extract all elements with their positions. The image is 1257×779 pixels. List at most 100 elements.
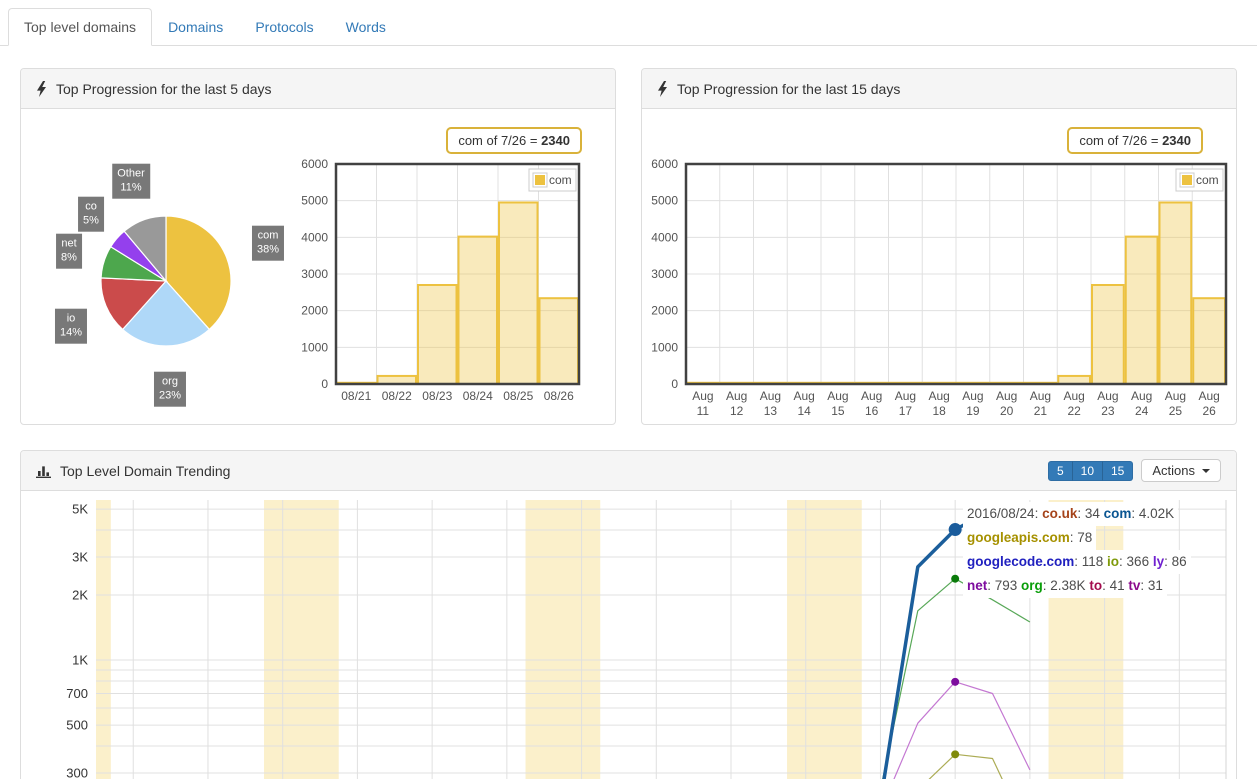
panel-title: Top Progression for the last 15 days <box>677 81 900 97</box>
range-button-15[interactable]: 15 <box>1102 461 1133 481</box>
bar-08-24[interactable] <box>459 237 498 384</box>
trend-tooltip-line: net: 793 org: 2.38K to: 41 tv: 31 <box>963 574 1167 598</box>
svg-text:2000: 2000 <box>651 304 678 318</box>
pie-label-other: Other11% <box>112 164 150 199</box>
svg-text:3000: 3000 <box>651 267 678 281</box>
svg-text:Aug: Aug <box>1063 389 1084 403</box>
panel-tld-trending: Top Level Domain Trending 51015 Actions … <box>20 450 1237 779</box>
pie-label-co: co5% <box>78 197 104 232</box>
svg-text:15: 15 <box>831 404 845 418</box>
bolt-icon <box>657 81 668 97</box>
pie-label-org: org23% <box>154 372 186 407</box>
trend-tooltip-line: 2016/08/24: co.uk: 34 com: 4.02K <box>963 502 1178 526</box>
weekend-band <box>526 500 601 779</box>
svg-text:2K: 2K <box>72 588 88 603</box>
svg-text:Aug: Aug <box>692 389 713 403</box>
svg-text:13: 13 <box>764 404 778 418</box>
svg-text:12: 12 <box>730 404 744 418</box>
svg-text:08/26: 08/26 <box>544 389 574 403</box>
svg-text:Aug: Aug <box>1198 389 1219 403</box>
svg-text:Aug: Aug <box>1131 389 1152 403</box>
svg-text:0: 0 <box>321 377 328 391</box>
bar-aug-25[interactable] <box>1160 203 1192 385</box>
svg-text:11: 11 <box>697 404 710 418</box>
panel-top-progression-15-days: Top Progression for the last 15 days com… <box>641 68 1237 425</box>
svg-text:Aug: Aug <box>962 389 983 403</box>
pie-label-io: io14% <box>55 309 87 344</box>
svg-text:700: 700 <box>66 686 88 701</box>
svg-text:19: 19 <box>966 404 980 418</box>
svg-text:24: 24 <box>1135 404 1149 418</box>
trend-line-io[interactable] <box>918 754 1030 779</box>
svg-text:1000: 1000 <box>301 340 328 354</box>
range-button-10[interactable]: 10 <box>1072 461 1103 481</box>
svg-text:Aug: Aug <box>760 389 781 403</box>
weekend-band <box>96 500 111 779</box>
weekend-band <box>264 500 339 779</box>
svg-text:Aug: Aug <box>1030 389 1051 403</box>
svg-text:08/23: 08/23 <box>422 389 452 403</box>
range-button-5[interactable]: 5 <box>1048 461 1073 481</box>
bolt-icon <box>36 81 47 97</box>
svg-text:23: 23 <box>1101 404 1115 418</box>
bar-08-23[interactable] <box>418 285 457 384</box>
svg-text:Aug: Aug <box>928 389 949 403</box>
svg-text:Aug: Aug <box>861 389 882 403</box>
panel-heading-15-days: Top Progression for the last 15 days <box>642 69 1236 109</box>
hover-point-io <box>951 750 959 758</box>
trend-tooltip-line: googlecode.com: 118 io: 366 ly: 86 <box>963 550 1191 574</box>
bar-aug-26[interactable] <box>1193 298 1225 384</box>
svg-text:5000: 5000 <box>651 194 678 208</box>
svg-text:1000: 1000 <box>651 340 678 354</box>
five-day-bar-chart[interactable]: 010002000300040005000600008/2108/2208/23… <box>281 154 611 422</box>
tab-domains[interactable]: Domains <box>152 8 239 46</box>
tab-bar: Top level domainsDomainsProtocolsWords <box>0 0 1257 46</box>
fifteen-day-bar-chart[interactable]: 0100020003000400050006000Aug11Aug12Aug13… <box>642 154 1238 422</box>
svg-text:500: 500 <box>66 718 88 733</box>
svg-text:14: 14 <box>797 404 811 418</box>
bar-08-26[interactable] <box>540 298 579 384</box>
svg-text:20: 20 <box>1000 404 1014 418</box>
svg-text:Aug: Aug <box>996 389 1017 403</box>
flot-hover-tooltip: com of 7/26 = 2340 <box>1067 127 1203 154</box>
bar-aug-23[interactable] <box>1092 285 1124 384</box>
bar-08-25[interactable] <box>499 203 538 385</box>
panel-title: Top Progression for the last 5 days <box>56 81 272 97</box>
svg-text:5000: 5000 <box>301 194 328 208</box>
tab-top-level-domains[interactable]: Top level domains <box>8 8 152 46</box>
svg-text:16: 16 <box>865 404 879 418</box>
legend-label: com <box>549 173 572 187</box>
legend-swatch-com <box>535 175 545 185</box>
svg-text:Aug: Aug <box>793 389 814 403</box>
svg-text:21: 21 <box>1034 404 1048 418</box>
pie-label-com: com38% <box>252 226 284 261</box>
svg-text:300: 300 <box>66 766 88 779</box>
svg-text:3K: 3K <box>72 550 88 565</box>
bar-aug-24[interactable] <box>1126 237 1158 384</box>
caret-down-icon <box>1202 469 1210 473</box>
tld-pie-chart[interactable] <box>96 211 236 351</box>
svg-text:08/24: 08/24 <box>463 389 493 403</box>
hover-point-org <box>951 575 959 583</box>
actions-dropdown-button[interactable]: Actions <box>1141 459 1221 482</box>
range-button-group: 51015 <box>1048 461 1133 481</box>
tab-words[interactable]: Words <box>330 8 402 46</box>
svg-text:Aug: Aug <box>1165 389 1186 403</box>
weekend-band <box>787 500 862 779</box>
svg-text:Aug: Aug <box>827 389 848 403</box>
svg-text:1K: 1K <box>72 653 88 668</box>
panel-heading-trending: Top Level Domain Trending 51015 Actions <box>21 451 1236 491</box>
svg-text:18: 18 <box>932 404 946 418</box>
svg-text:Aug: Aug <box>726 389 747 403</box>
top-panels-row: Top Progression for the last 5 days com … <box>0 46 1257 425</box>
legend-label: com <box>1196 173 1219 187</box>
hover-point-com <box>949 523 962 536</box>
hover-point-net <box>951 678 959 686</box>
tab-protocols[interactable]: Protocols <box>239 8 329 46</box>
svg-text:6000: 6000 <box>651 157 678 171</box>
svg-text:6000: 6000 <box>301 157 328 171</box>
pie-label-net: net8% <box>56 234 82 269</box>
svg-text:0: 0 <box>671 377 678 391</box>
svg-text:4000: 4000 <box>651 230 678 244</box>
svg-text:5K: 5K <box>72 502 88 517</box>
